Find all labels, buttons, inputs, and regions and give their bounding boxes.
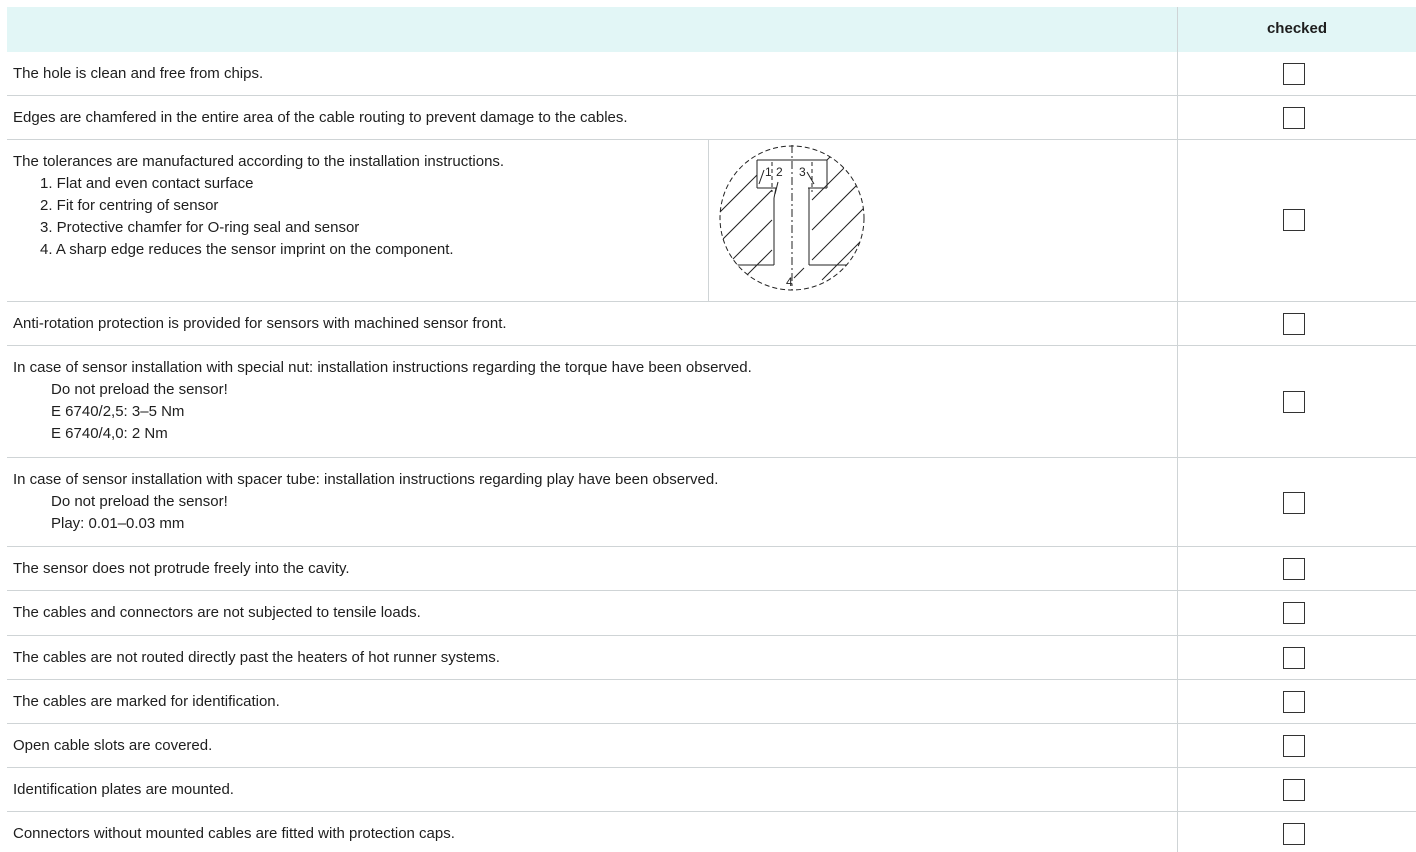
checklist-table: checked The hole is clean and free from … bbox=[7, 7, 1416, 852]
row-text: Edges are chamfered in the entire area o… bbox=[13, 109, 628, 126]
table-row: Connectors without mounted cables are fi… bbox=[7, 812, 1416, 852]
checkbox[interactable] bbox=[1283, 602, 1305, 624]
check-cell bbox=[1177, 680, 1416, 723]
sensor-detail-drawing: 1 2 3 4 bbox=[719, 145, 865, 291]
checkbox[interactable] bbox=[1283, 492, 1305, 514]
check-cell bbox=[1177, 96, 1416, 139]
check-cell bbox=[1177, 636, 1416, 679]
list-item: Do not preload the sensor! bbox=[51, 493, 228, 510]
row-text-block: In case of sensor installation with spac… bbox=[13, 469, 1171, 535]
checkbox[interactable] bbox=[1283, 779, 1305, 801]
check-cell bbox=[1177, 346, 1416, 457]
row-text: In case of sensor installation with spac… bbox=[13, 471, 719, 488]
checkbox[interactable] bbox=[1283, 391, 1305, 413]
row-text: Identification plates are mounted. bbox=[13, 781, 234, 798]
drawing-cell: 1 2 3 4 bbox=[708, 140, 1177, 301]
check-cell bbox=[1177, 812, 1416, 852]
table-row: The sensor does not protrude freely into… bbox=[7, 547, 1416, 591]
checkbox[interactable] bbox=[1283, 735, 1305, 757]
table-row: The cables are not routed directly past … bbox=[7, 636, 1416, 680]
header-checked-cell: checked bbox=[1177, 7, 1416, 52]
checkbox[interactable] bbox=[1283, 823, 1305, 845]
check-cell bbox=[1177, 458, 1416, 546]
row-text: Open cable slots are covered. bbox=[13, 737, 213, 754]
row-text: The tolerances are manufactured accordin… bbox=[13, 153, 505, 170]
row-text: The cables are not routed directly past … bbox=[13, 649, 500, 666]
row-text: The cables and connectors are not subjec… bbox=[13, 604, 421, 621]
list-item: E 6740/2,5: 3–5 Nm bbox=[51, 403, 185, 420]
check-cell bbox=[1177, 140, 1416, 301]
row-text-block: The tolerances are manufactured accordin… bbox=[13, 151, 696, 261]
table-row: Identification plates are mounted. bbox=[7, 768, 1416, 812]
figure-label-1: 1 bbox=[765, 165, 772, 179]
checkbox[interactable] bbox=[1283, 313, 1305, 335]
list-item: 1. Flat and even contact surface bbox=[40, 175, 254, 192]
list-item: 3. Protective chamfer for O-ring seal an… bbox=[40, 219, 360, 236]
checkbox[interactable] bbox=[1283, 209, 1305, 231]
table-row: In case of sensor installation with spac… bbox=[7, 458, 1416, 547]
list-item: 2. Fit for centring of sensor bbox=[40, 197, 219, 214]
table-row: The cables and connectors are not subjec… bbox=[7, 591, 1416, 636]
checkbox[interactable] bbox=[1283, 107, 1305, 129]
table-row: Open cable slots are covered. bbox=[7, 724, 1416, 768]
list-item: Do not preload the sensor! bbox=[51, 381, 228, 398]
figure-label-4: 4 bbox=[786, 275, 793, 289]
check-cell bbox=[1177, 591, 1416, 635]
check-cell bbox=[1177, 52, 1416, 95]
checkbox[interactable] bbox=[1283, 647, 1305, 669]
checkbox[interactable] bbox=[1283, 63, 1305, 85]
table-row: The hole is clean and free from chips. bbox=[7, 52, 1416, 96]
table-row: In case of sensor installation with spec… bbox=[7, 346, 1416, 458]
list-item: 4. A sharp edge reduces the sensor impri… bbox=[40, 241, 454, 258]
table-row: Edges are chamfered in the entire area o… bbox=[7, 96, 1416, 140]
table-row: The tolerances are manufactured accordin… bbox=[7, 140, 1416, 302]
checkbox[interactable] bbox=[1283, 558, 1305, 580]
check-cell bbox=[1177, 768, 1416, 811]
checked-column-header: checked bbox=[1266, 20, 1328, 37]
row-text: In case of sensor installation with spec… bbox=[13, 359, 752, 376]
check-cell bbox=[1177, 547, 1416, 590]
figure-label-2: 2 bbox=[776, 165, 783, 179]
check-cell bbox=[1177, 724, 1416, 767]
table-row: Anti-rotation protection is provided for… bbox=[7, 302, 1416, 346]
row-text: The hole is clean and free from chips. bbox=[13, 65, 264, 82]
checkbox[interactable] bbox=[1283, 691, 1305, 713]
row-text: Connectors without mounted cables are fi… bbox=[13, 825, 455, 842]
table-row: The cables are marked for identification… bbox=[7, 680, 1416, 724]
table-header: checked bbox=[7, 7, 1416, 52]
check-cell bbox=[1177, 302, 1416, 345]
row-text: Anti-rotation protection is provided for… bbox=[13, 315, 507, 332]
row-text-block: In case of sensor installation with spec… bbox=[13, 357, 1171, 445]
list-item: Play: 0.01–0.03 mm bbox=[51, 515, 185, 532]
row-text: The cables are marked for identification… bbox=[13, 693, 280, 710]
list-item: E 6740/4,0: 2 Nm bbox=[51, 425, 168, 442]
row-text: The sensor does not protrude freely into… bbox=[13, 560, 350, 577]
figure-label-3: 3 bbox=[799, 165, 806, 179]
